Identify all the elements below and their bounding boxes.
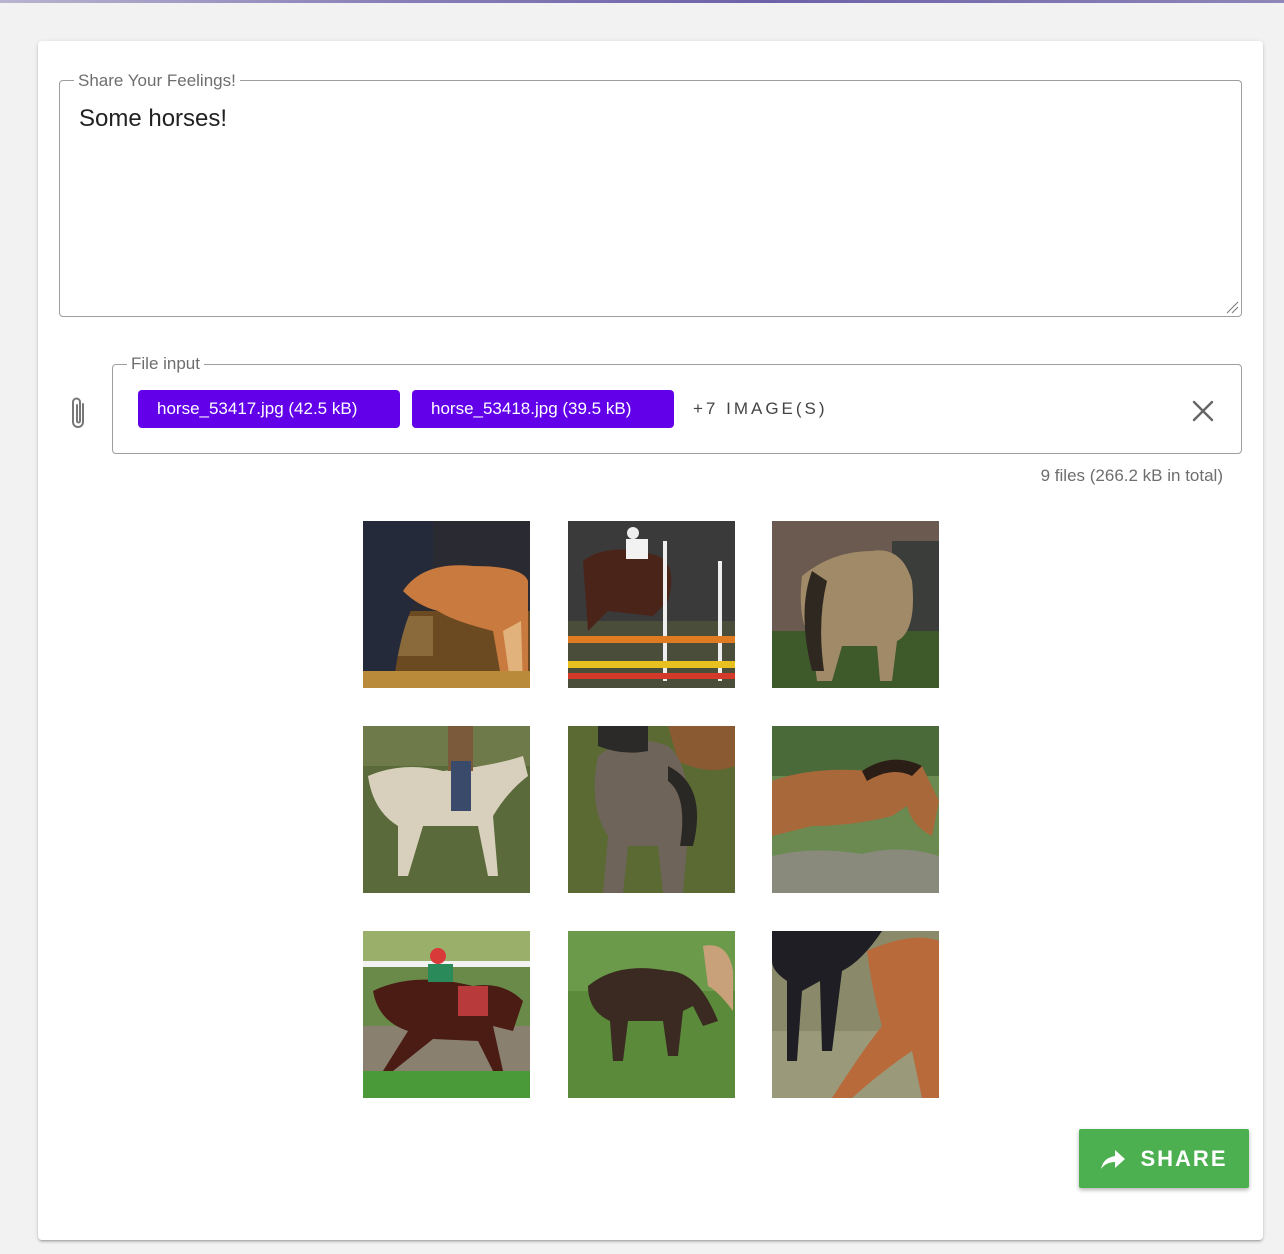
file-counter: 9 files (266.2 kB in total) [1040, 466, 1223, 485]
post-card: Share Your Feelings! Some horses! File i… [38, 41, 1263, 1240]
grey-horse-rider-image[interactable] [363, 726, 530, 893]
share-button[interactable]: SHARE [1079, 1129, 1249, 1188]
dun-horse-rear-image[interactable] [772, 521, 939, 688]
close-icon[interactable] [1191, 399, 1215, 423]
pony-grazing-image[interactable] [568, 931, 735, 1098]
file-chip[interactable]: horse_53417.jpg (42.5 kB) [138, 390, 400, 428]
file-chip[interactable]: horse_53418.jpg (39.5 kB) [412, 390, 674, 428]
more-files-label: +7 IMAGE(S) [693, 399, 828, 418]
feelings-textarea[interactable]: Share Your Feelings! Some horses! [59, 71, 1242, 317]
feelings-text[interactable]: Some horses! [79, 103, 227, 135]
bay-horse-wall-image[interactable] [772, 726, 939, 893]
file-input-label: File input [127, 354, 204, 374]
foal-pasture-image[interactable] [568, 726, 735, 893]
foal-nursing-image[interactable] [363, 521, 530, 688]
chestnut-foal-image[interactable] [772, 931, 939, 1098]
file-input-field[interactable]: File input horse_53417.jpg (42.5 kB) hor… [112, 354, 1242, 454]
share-arrow-icon [1101, 1149, 1126, 1169]
resize-handle-icon[interactable] [1225, 300, 1239, 314]
share-label: SHARE [1140, 1145, 1228, 1171]
racehorse-jockey-image[interactable] [363, 931, 530, 1098]
show-jumping-image[interactable] [568, 521, 735, 688]
top-app-bar-edge [0, 0, 1284, 3]
feelings-label: Share Your Feelings! [74, 71, 240, 91]
paperclip-icon[interactable] [67, 395, 91, 433]
